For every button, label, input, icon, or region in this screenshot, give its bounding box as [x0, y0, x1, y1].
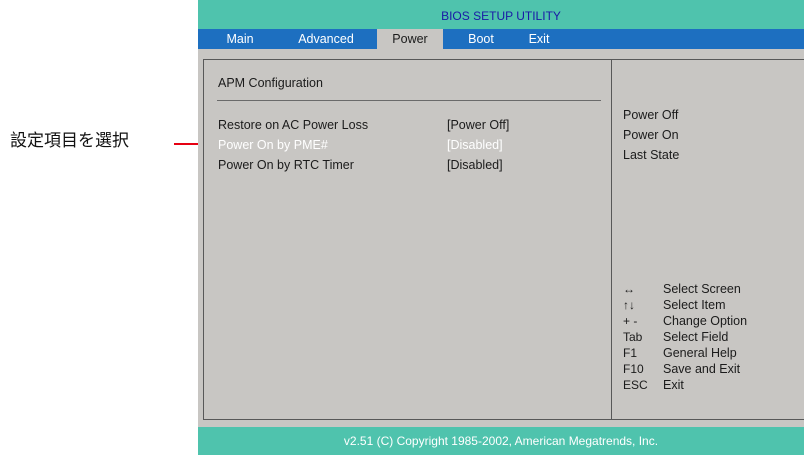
- tab-exit[interactable]: Exit: [517, 29, 561, 49]
- help-panel: Power Off Power On Last State ↔ Select S…: [611, 59, 804, 420]
- key-help-desc: General Help: [663, 346, 737, 360]
- footer-bar: v2.51 (C) Copyright 1985-2002, American …: [198, 427, 804, 455]
- callout-label: 設定項目を選択: [10, 131, 129, 151]
- key-help-key: + -: [623, 314, 638, 328]
- setting-power-on-by-pme[interactable]: Power On by PME# [Disabled]: [218, 138, 598, 154]
- menu-bar: Main Advanced Power Boot Exit: [198, 29, 804, 49]
- key-help-key: Tab: [623, 330, 643, 344]
- tab-advanced[interactable]: Advanced: [286, 29, 366, 49]
- key-help-desc: Select Field: [663, 330, 729, 344]
- key-help-desc: Change Option: [663, 314, 748, 328]
- arrow-up-down-icon: ↑↓: [623, 298, 635, 312]
- setting-value[interactable]: [Disabled]: [447, 138, 503, 152]
- tab-boot[interactable]: Boot: [456, 29, 506, 49]
- setting-value[interactable]: [Power Off]: [447, 118, 509, 132]
- setting-label: Power On by RTC Timer: [218, 158, 354, 172]
- tab-main[interactable]: Main: [213, 29, 267, 49]
- help-option: Last State: [623, 148, 680, 162]
- setting-label: Power On by PME#: [218, 138, 328, 152]
- tab-power[interactable]: Power: [377, 29, 443, 49]
- help-option: Power Off: [623, 108, 679, 122]
- arrow-left-right-icon: ↔: [623, 282, 635, 296]
- setting-power-on-by-rtc-timer[interactable]: Power On by RTC Timer [Disabled]: [218, 158, 598, 174]
- bios-title: BIOS SETUP UTILITY: [441, 9, 561, 23]
- key-help-desc: Select Screen: [663, 282, 741, 296]
- setting-label: Restore on AC Power Loss: [218, 118, 369, 132]
- section-divider: [217, 100, 601, 101]
- settings-panel: APM Configuration Restore on AC Power Lo…: [203, 59, 611, 420]
- copyright-text: v2.51 (C) Copyright 1985-2002, American …: [343, 434, 659, 448]
- key-help-key: ESC: [623, 378, 648, 392]
- setting-restore-ac-power-loss[interactable]: Restore on AC Power Loss [Power Off]: [218, 118, 598, 134]
- key-help-key: F1: [623, 346, 638, 360]
- help-option: Power On: [623, 128, 679, 142]
- key-help-key: F10: [623, 362, 644, 376]
- section-title: APM Configuration: [218, 76, 323, 90]
- key-help-desc: Select Item: [663, 298, 726, 312]
- title-bar: BIOS SETUP UTILITY: [198, 0, 804, 29]
- setting-value[interactable]: [Disabled]: [447, 158, 503, 172]
- key-help-desc: Exit: [663, 378, 684, 392]
- key-help-desc: Save and Exit: [663, 362, 741, 376]
- bios-screen: BIOS SETUP UTILITY Main Advanced Power B…: [198, 0, 804, 455]
